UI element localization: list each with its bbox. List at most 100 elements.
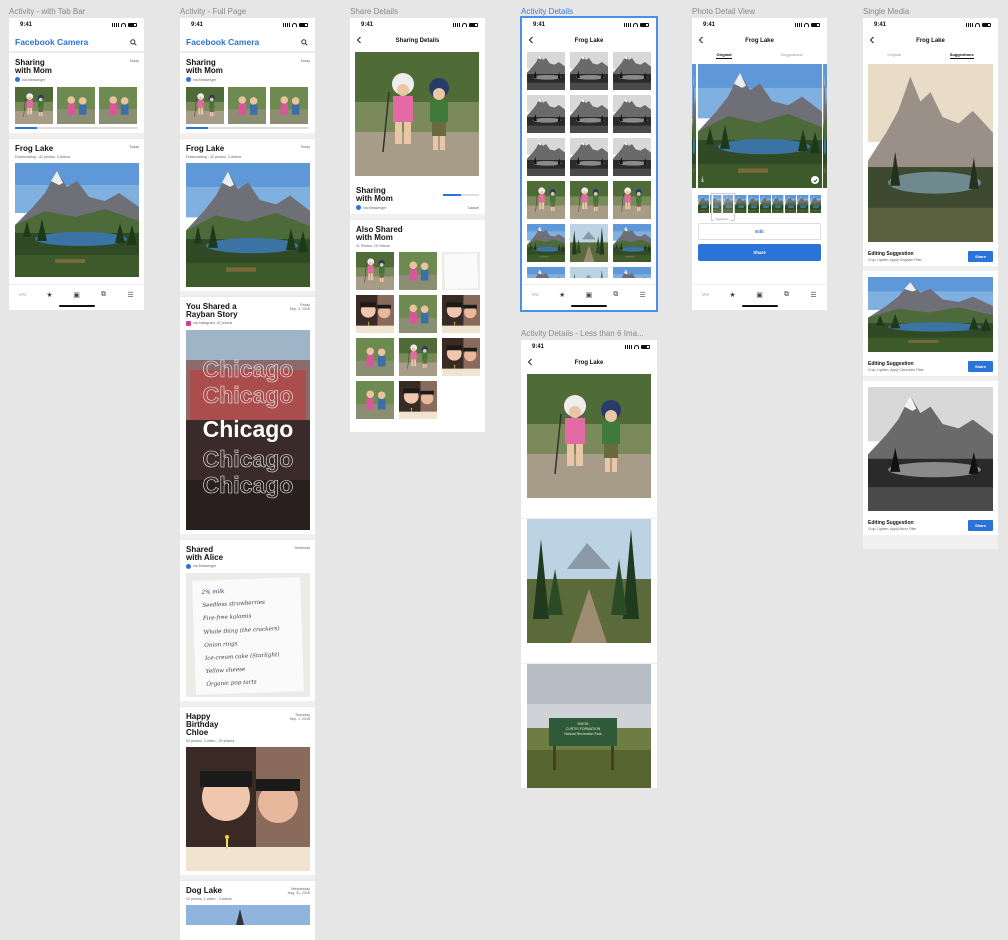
cover-photo[interactable] [186,163,310,287]
grid-photo[interactable] [527,224,565,262]
photos-tab-icon[interactable]: ▣ [73,291,81,299]
share-button[interactable]: Share [968,361,993,372]
photos-tab-icon[interactable]: ▣ [585,291,593,299]
note-photo[interactable]: 2% milk Seedless strawberries Fire-free … [186,573,310,697]
grid-photo[interactable] [399,295,437,333]
activity-card-frog-lake[interactable]: Frog Lake Today Downloading - 42 photos,… [180,137,315,291]
filmstrip-frame[interactable] [797,195,808,213]
filmstrip-frame[interactable] [785,195,796,213]
grid-photo[interactable] [527,95,565,133]
share-button[interactable]: Share [968,520,993,531]
share-button[interactable]: Share [968,251,993,262]
search-icon[interactable] [128,37,138,47]
grid-photo[interactable] [399,381,437,419]
cancel-button[interactable]: Cancel [468,206,479,210]
grid-photo[interactable] [613,138,651,176]
suggestion-photo[interactable] [868,64,993,242]
grid-photo[interactable] [442,338,480,376]
frame-label-single-media[interactable]: Single Media [863,7,909,16]
grid-photo[interactable] [527,267,565,278]
grid-photo[interactable] [613,224,651,262]
download-icon[interactable]: ⤓ [701,176,704,184]
main-photo[interactable] [698,64,822,188]
grid-photo[interactable] [442,252,480,290]
menu-tab-icon[interactable]: ☰ [810,291,818,299]
grid-photo[interactable] [527,52,565,90]
grid-photo[interactable] [570,224,608,262]
back-chevron-icon[interactable] [527,358,533,368]
activity-tab-icon[interactable]: 〰 [702,291,710,299]
albums-tab-icon[interactable]: ⧉ [612,291,620,299]
back-chevron-icon[interactable] [356,36,362,46]
thumbnail[interactable] [15,87,53,124]
cover-photo[interactable] [186,747,310,871]
activity-card-rayban-story[interactable]: You Shared a Rayban Story Friday Sep. 3, … [180,295,315,534]
thumbnail[interactable] [186,87,224,124]
grid-photo[interactable] [399,252,437,290]
grid-photo[interactable] [570,267,608,278]
story-preview[interactable]: Chicago Chicago Chicago Chicago Chicago [186,330,310,530]
grid-photo[interactable] [356,381,394,419]
filmstrip-frame[interactable] [772,195,783,213]
grid-photo[interactable] [613,95,651,133]
segment-original[interactable]: Original [716,52,732,59]
thumbnail[interactable] [270,87,308,124]
photo-carousel[interactable]: ⤓ [692,64,827,190]
menu-tab-icon[interactable]: ☰ [639,291,647,299]
grid-photo[interactable] [613,52,651,90]
share-button[interactable]: Share [698,244,821,261]
grid-photo[interactable] [613,181,651,219]
grid-photo[interactable] [527,138,565,176]
segment-suggestions[interactable]: Suggestions [949,52,974,59]
activity-tab-icon[interactable]: 〰 [19,291,27,299]
back-chevron-icon[interactable] [698,36,704,46]
grid-photo[interactable] [570,181,608,219]
albums-tab-icon[interactable]: ⧉ [100,291,108,299]
grid-photo[interactable] [356,338,394,376]
activity-tab-icon[interactable]: 〰 [531,291,539,299]
filmstrip-frame[interactable] [760,195,771,213]
list-photo[interactable] [527,374,651,498]
search-icon[interactable] [299,37,309,47]
favorites-tab-icon[interactable]: ★ [729,291,737,299]
grid-photo[interactable] [570,52,608,90]
activity-card-alice[interactable]: Shared with Alice Yesterday via Messenge… [180,538,315,701]
frame-label-photo-detail-view[interactable]: Photo Detail View [692,7,755,16]
activity-card-sharing[interactable]: Sharing with Mom Today via Messenger [180,52,315,133]
back-chevron-icon[interactable] [869,36,875,46]
grid-photo[interactable] [356,252,394,290]
activity-card-sharing[interactable]: Sharing with Mom Today via Messenger [9,52,144,133]
filmstrip-frame[interactable] [810,195,821,213]
grid-photo[interactable] [442,295,480,333]
back-chevron-icon[interactable] [528,36,534,46]
selected-check-icon[interactable] [811,176,819,184]
favorites-tab-icon[interactable]: ★ [46,291,54,299]
activity-card-dog-lake[interactable]: Dog Lake Wednesday Aug. 31, 2016 12 photo… [180,879,315,929]
grid-photo[interactable] [527,181,565,219]
grid-photo[interactable] [356,295,394,333]
filmstrip-frame[interactable] [698,195,709,213]
activity-card-birthday[interactable]: Happy Birthday Chloe Thursday Sep. 1, 201… [180,705,315,875]
suggestion-photo[interactable] [868,387,993,511]
suggestion-photo[interactable] [868,277,993,352]
cover-photo[interactable] [186,905,310,925]
segment-suggestions[interactable]: Suggestions [781,52,803,59]
list-photo[interactable] [527,519,651,643]
filmstrip[interactable]: Suggestion [698,194,821,221]
edit-button[interactable]: Edit [698,223,821,240]
hero-photo[interactable] [355,52,479,176]
activity-card-frog-lake[interactable]: Frog Lake Today Downloading - 42 photos,… [9,137,144,281]
cover-photo[interactable] [15,163,139,277]
thumbnail[interactable] [57,87,95,124]
favorites-tab-icon[interactable]: ★ [558,291,566,299]
photos-tab-icon[interactable]: ▣ [756,291,764,299]
frame-label-activity-details[interactable]: Activity Details [521,7,573,16]
segment-original[interactable]: Original [887,52,901,59]
albums-tab-icon[interactable]: ⧉ [783,291,791,299]
filmstrip-frame[interactable] [735,195,746,213]
menu-tab-icon[interactable]: ☰ [127,291,135,299]
thumbnail[interactable] [228,87,266,124]
grid-photo[interactable] [570,138,608,176]
frame-label-share-details[interactable]: Share Details [350,7,398,16]
thumbnail[interactable] [99,87,137,124]
